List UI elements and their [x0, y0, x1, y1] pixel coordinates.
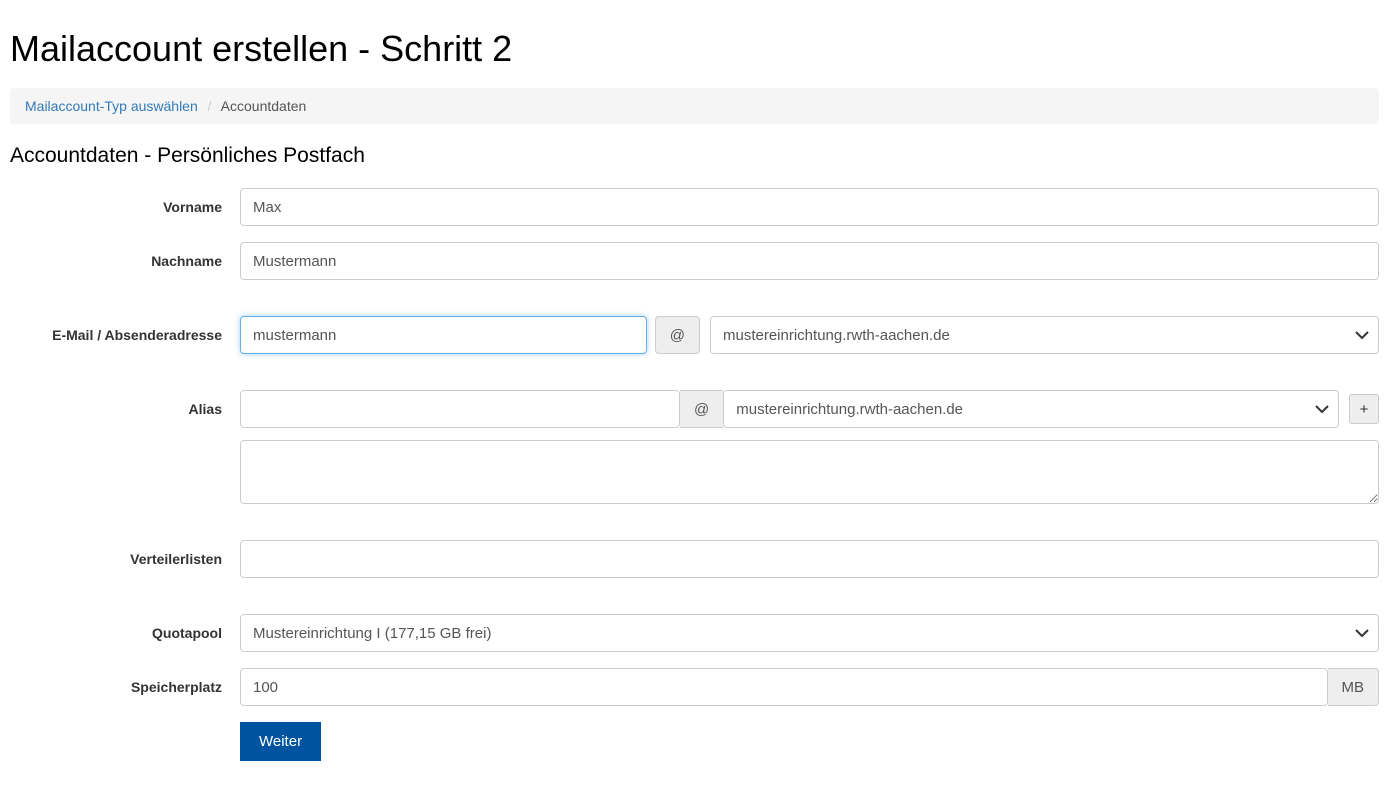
row-submit: Weiter [10, 722, 1379, 761]
email-domain-select[interactable]: mustereinrichtung.rwth-aachen.de [710, 316, 1379, 354]
row-nachname: Nachname [10, 242, 1379, 280]
speicherplatz-field[interactable] [240, 668, 1328, 706]
label-verteilerlisten: Verteilerlisten [130, 551, 222, 567]
label-nachname: Nachname [151, 253, 222, 269]
breadcrumb: Mailaccount-Typ auswählen / Accountdaten [10, 88, 1379, 124]
label-alias: Alias [189, 401, 222, 417]
weiter-button[interactable]: Weiter [240, 722, 321, 761]
row-alias: Alias @ mustereinrichtung.rwth-aachen.de [10, 390, 1379, 504]
vorname-field[interactable] [240, 188, 1379, 226]
quotapool-select[interactable]: Mustereinrichtung I (177,15 GB frei) [240, 614, 1379, 652]
alias-localpart-field[interactable] [240, 390, 680, 428]
row-email: E-Mail / Absenderadresse @ mustereinrich… [10, 316, 1379, 354]
add-alias-button[interactable]: + [1349, 394, 1379, 424]
verteilerlisten-field[interactable] [240, 540, 1379, 578]
label-email: E-Mail / Absenderadresse [52, 327, 222, 343]
email-localpart-field[interactable] [240, 316, 647, 354]
label-quotapool: Quotapool [152, 625, 222, 641]
row-verteilerlisten: Verteilerlisten [10, 540, 1379, 578]
section-heading: Accountdaten - Persönliches Postfach [10, 144, 1379, 168]
nachname-field[interactable] [240, 242, 1379, 280]
at-sign-addon: @ [680, 390, 723, 428]
alias-domain-select[interactable]: mustereinrichtung.rwth-aachen.de [723, 390, 1339, 428]
mb-addon: MB [1328, 668, 1380, 706]
at-sign-addon: @ [655, 316, 700, 354]
row-speicherplatz: Speicherplatz MB [10, 668, 1379, 706]
breadcrumb-active: Accountdaten [221, 98, 307, 114]
breadcrumb-link-mailaccount-typ[interactable]: Mailaccount-Typ auswählen [25, 98, 198, 114]
breadcrumb-separator: / [202, 98, 218, 114]
label-vorname: Vorname [163, 199, 222, 215]
row-vorname: Vorname [10, 188, 1379, 226]
page-title: Mailaccount erstellen - Schritt 2 [10, 28, 1379, 70]
alias-list-textarea[interactable] [240, 440, 1379, 504]
row-quotapool: Quotapool Mustereinrichtung I (177,15 GB… [10, 614, 1379, 652]
label-speicherplatz: Speicherplatz [131, 679, 222, 695]
